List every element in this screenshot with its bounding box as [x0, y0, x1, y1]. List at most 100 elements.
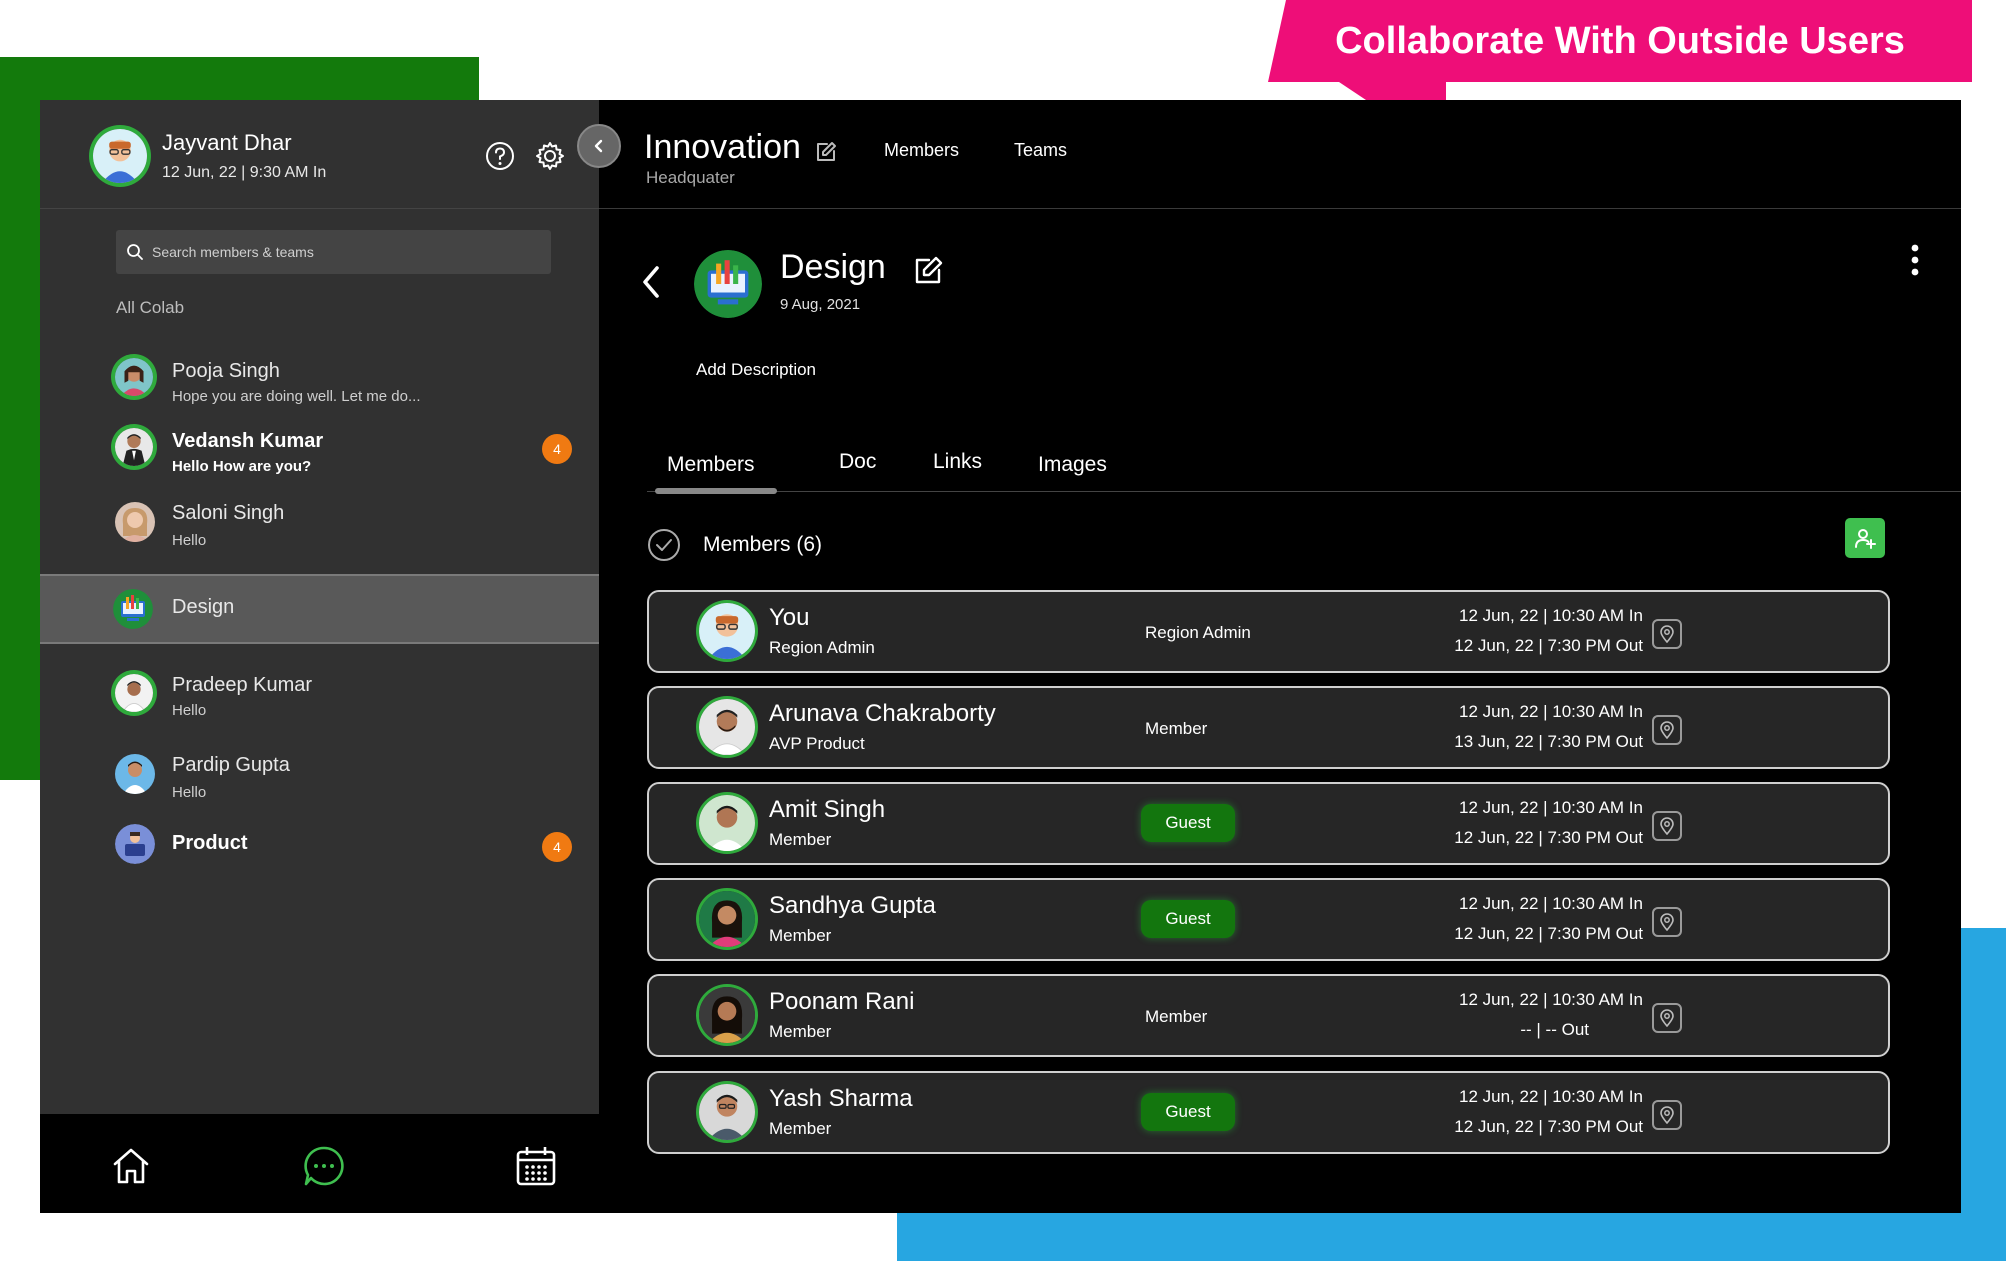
product-group-avatar — [115, 824, 155, 864]
section-label-all-colab: All Colab — [116, 298, 185, 317]
user-avatar[interactable] — [93, 129, 147, 183]
tab-teams-top[interactable]: Teams — [1014, 140, 1067, 161]
workspace-subtitle: Headquater — [646, 168, 735, 187]
chat-name: Pooja Singh — [172, 360, 280, 382]
chat-item-saloni-singh[interactable]: Saloni Singh Hello — [40, 490, 599, 566]
member-name: Sandhya Gupta — [769, 892, 936, 919]
chat-name: Pardip Gupta — [172, 754, 290, 776]
location-pin-icon — [1660, 913, 1674, 931]
tab-members[interactable]: Members — [667, 453, 755, 477]
group-name: Design — [780, 248, 886, 286]
member-row-amit-singh[interactable]: Amit Singh Member Guest 12 Jun, 22 | 10:… — [647, 782, 1890, 865]
member-avatar — [699, 1084, 755, 1140]
edit-group-icon[interactable] — [912, 255, 944, 287]
chat-message-preview: Hello How are you? — [172, 458, 312, 475]
member-out-time: 12 Jun, 22 | 7:30 PM Out — [1454, 1117, 1643, 1136]
settings-gear-icon[interactable] — [534, 140, 566, 172]
member-name: Yash Sharma — [769, 1085, 913, 1112]
member-in-time: 12 Jun, 22 | 10:30 AM In — [1459, 606, 1643, 625]
member-name: Arunava Chakraborty — [769, 700, 996, 727]
member-status: Member — [1145, 1007, 1208, 1026]
member-out-time: 13 Jun, 22 | 7:30 PM Out — [1454, 732, 1643, 751]
design-group-avatar — [113, 589, 153, 629]
member-row-you[interactable]: You Region Admin Region Admin 12 Jun, 22… — [647, 590, 1890, 673]
location-pin-button[interactable] — [1652, 907, 1682, 937]
avatar — [115, 428, 153, 466]
member-row-sandhya-gupta[interactable]: Sandhya Gupta Member Guest 12 Jun, 22 | … — [647, 878, 1890, 961]
edit-workspace-icon[interactable] — [814, 140, 838, 164]
member-in-time: 12 Jun, 22 | 10:30 AM In — [1459, 702, 1643, 721]
member-row-poonam-rani[interactable]: Poonam Rani Member Member 12 Jun, 22 | 1… — [647, 974, 1890, 1057]
chat-name: Pradeep Kumar — [172, 674, 313, 696]
chat-item-design[interactable]: Design — [40, 574, 599, 644]
member-role: Member — [769, 1119, 832, 1138]
location-pin-icon — [1660, 721, 1674, 739]
location-pin-button[interactable] — [1652, 715, 1682, 745]
member-in-time: 12 Jun, 22 | 10:30 AM In — [1459, 1087, 1643, 1106]
more-options-icon[interactable] — [1909, 242, 1921, 278]
chat-item-pooja-singh[interactable]: Pooja Singh Hope you are doing well. Let… — [40, 340, 599, 416]
add-member-button[interactable] — [1845, 518, 1885, 558]
chat-name: Vedansh Kumar — [172, 430, 324, 452]
help-icon[interactable] — [484, 140, 516, 172]
back-button[interactable] — [637, 262, 667, 302]
tab-members-top[interactable]: Members — [884, 140, 959, 161]
search-icon — [127, 244, 143, 260]
unread-count-badge: 4 — [542, 434, 572, 464]
member-role: Member — [769, 830, 832, 849]
member-role: Member — [769, 926, 832, 945]
sidebar-header: Jayvant Dhar 12 Jun, 22 | 9:30 AM In — [40, 100, 599, 209]
tab-doc[interactable]: Doc — [839, 450, 876, 474]
member-role: AVP Product — [769, 734, 865, 753]
member-name: Poonam Rani — [769, 988, 915, 1015]
member-status: Region Admin — [1145, 623, 1251, 642]
chat-item-pardip-gupta[interactable]: Pardip Gupta Hello — [40, 736, 599, 812]
member-avatar — [699, 987, 755, 1043]
member-in-time: 12 Jun, 22 | 10:30 AM In — [1459, 894, 1643, 913]
promo-banner-text: Collaborate With Outside Users — [1335, 20, 1905, 62]
member-avatar — [699, 699, 755, 755]
member-avatar — [699, 795, 755, 851]
active-tab-indicator — [655, 488, 777, 494]
chat-message-preview: Hope you are doing well. Let me do... — [172, 388, 421, 405]
tabs-divider — [647, 491, 1961, 492]
chat-bubble-icon[interactable] — [302, 1144, 346, 1188]
tab-links[interactable]: Links — [933, 450, 982, 474]
home-icon[interactable] — [109, 1144, 153, 1188]
avatar — [115, 754, 155, 794]
search-input[interactable]: Search members & teams — [116, 230, 551, 274]
member-out-time: 12 Jun, 22 | 7:30 PM Out — [1454, 924, 1643, 943]
promo-banner-tail — [1336, 80, 1446, 100]
location-pin-button[interactable] — [1652, 619, 1682, 649]
chevron-left-icon — [643, 266, 659, 298]
location-pin-icon — [1660, 817, 1674, 835]
chat-message-preview: Hello — [172, 532, 207, 549]
add-description-link[interactable]: Add Description — [696, 360, 816, 380]
member-in-time: 12 Jun, 22 | 10:30 AM In — [1459, 798, 1643, 817]
member-role: Region Admin — [769, 638, 875, 657]
chat-message-preview: Hello — [172, 784, 207, 801]
chat-item-pradeep-kumar[interactable]: Pradeep Kumar Hello — [40, 656, 599, 732]
guest-badge: Guest — [1141, 1093, 1235, 1131]
chat-name: Design — [172, 596, 235, 618]
chat-item-vedansh-kumar[interactable]: Vedansh Kumar Hello How are you? 4 — [40, 414, 599, 490]
calendar-icon[interactable] — [514, 1144, 558, 1188]
member-row-yash-sharma[interactable]: Yash Sharma Member Guest 12 Jun, 22 | 10… — [647, 1071, 1890, 1154]
member-name: Amit Singh — [769, 796, 886, 823]
location-pin-button[interactable] — [1652, 811, 1682, 841]
member-row-arunava-chakraborty[interactable]: Arunava Chakraborty AVP Product Member 1… — [647, 686, 1890, 769]
chat-item-product[interactable]: Product 4 — [40, 814, 599, 890]
select-all-checkbox[interactable] — [647, 528, 681, 562]
workspace-title: Innovation — [644, 128, 801, 166]
location-pin-button[interactable] — [1652, 1003, 1682, 1033]
bottom-navigation — [40, 1114, 599, 1213]
member-in-time: 12 Jun, 22 | 10:30 AM In — [1459, 990, 1643, 1009]
search-placeholder: Search members & teams — [152, 244, 314, 260]
tab-images[interactable]: Images — [1038, 453, 1107, 477]
group-created-date: 9 Aug, 2021 — [780, 296, 861, 313]
member-out-time: -- | -- Out — [1520, 1020, 1589, 1039]
collapse-sidebar-button[interactable] — [577, 124, 621, 168]
member-status: Member — [1145, 719, 1208, 738]
location-pin-button[interactable] — [1652, 1100, 1682, 1130]
chat-name: Product — [172, 832, 248, 854]
